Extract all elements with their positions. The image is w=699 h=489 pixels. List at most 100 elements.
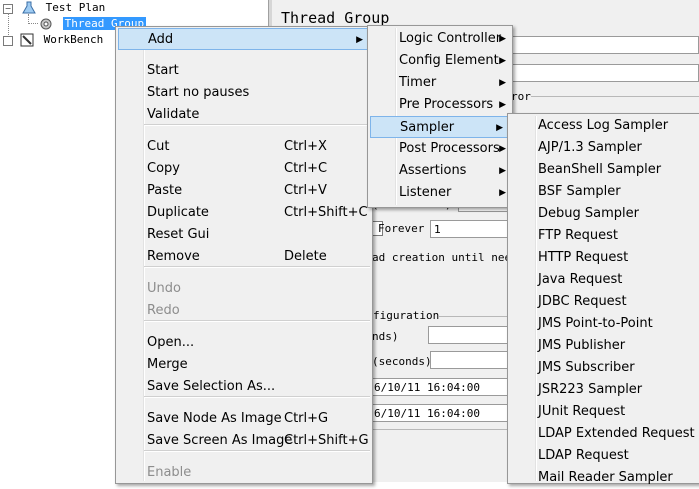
menu-item-post-processors[interactable]: Post Processors ▶ xyxy=(368,138,512,160)
start-time-field[interactable]: 6/10/11 16:04:00 xyxy=(370,378,508,396)
menu-item-label: Validate xyxy=(147,107,200,122)
menu-item-open[interactable]: Open... xyxy=(116,332,372,354)
menu-item-timer[interactable]: Timer ▶ xyxy=(368,72,512,94)
menu-item-label: Pre Processors xyxy=(399,97,494,112)
menu-item-ldap-request[interactable]: LDAP Request xyxy=(508,445,699,467)
tree-item-workbench[interactable]: WorkBench xyxy=(20,32,103,48)
menu-item-assertions[interactable]: Assertions ▶ xyxy=(368,160,512,182)
menu-item-jms-publisher[interactable]: JMS Publisher xyxy=(508,335,699,357)
group-label: ror xyxy=(511,90,531,103)
context-menu: Add ▶ Start Start no pauses Validate Cut Ctrl+… xyxy=(115,26,373,484)
menu-item-ftp-request[interactable]: FTP Request xyxy=(508,225,699,247)
menu-item-start-no-pauses[interactable]: Start no pauses xyxy=(116,82,372,104)
menu-item-label: JMS Publisher xyxy=(538,338,626,353)
menu-item-junit-request[interactable]: JUnit Request xyxy=(508,401,699,423)
menu-item-remove[interactable]: Remove Delete xyxy=(116,246,372,268)
menu-item-reset-gui[interactable]: Reset Gui xyxy=(116,224,372,246)
menu-item-label: JMS Subscriber xyxy=(538,360,635,375)
submenu-arrow-icon: ▶ xyxy=(499,100,506,110)
menu-item-save-screen-as-image[interactable]: Save Screen As Image Ctrl+Shift+G xyxy=(116,430,372,452)
menu-separator xyxy=(144,320,370,322)
menu-item-beanshell-sampler[interactable]: BeanShell Sampler xyxy=(508,159,699,181)
menu-item-label: BeanShell Sampler xyxy=(538,162,662,177)
menu-item-save-node-as-image[interactable]: Save Node As Image Ctrl+G xyxy=(116,408,372,430)
menu-item-label: Logic Controller xyxy=(399,31,502,46)
menu-item-paste[interactable]: Paste Ctrl+V xyxy=(116,180,372,202)
menu-item-label: Save Node As Image xyxy=(147,411,282,426)
menu-item-duplicate[interactable]: Duplicate Ctrl+Shift+C xyxy=(116,202,372,224)
sampler-submenu: Access Log Sampler AJP/1.3 Sampler BeanShe… xyxy=(507,113,699,485)
menu-item-bsf-sampler[interactable]: BSF Sampler xyxy=(508,181,699,203)
menu-separator xyxy=(144,396,370,398)
loop-count-field[interactable]: 1 xyxy=(430,220,508,238)
menu-item-label: Duplicate xyxy=(147,205,209,220)
menu-item-label: Paste xyxy=(147,183,183,198)
submenu-arrow-icon: ▶ xyxy=(499,144,506,154)
menu-item-label: Enable xyxy=(147,465,192,480)
menu-item-label: Add xyxy=(148,32,174,47)
menu-item-label: Start no pauses xyxy=(147,85,250,100)
menu-item-ldap-extended-request[interactable]: LDAP Extended Request xyxy=(508,423,699,445)
menu-item-label: Save Selection As... xyxy=(147,379,276,394)
delay-seconds-label: (seconds) xyxy=(372,355,432,368)
group-label: figuration xyxy=(373,309,440,322)
menu-item-label: Sampler xyxy=(400,120,455,135)
duration-field[interactable] xyxy=(428,326,508,344)
tree-line-node xyxy=(3,36,13,46)
menu-separator xyxy=(144,124,370,126)
menu-item-jms-point-to-point[interactable]: JMS Point-to-Point xyxy=(508,313,699,335)
add-submenu: Logic Controller ▶ Config Element ▶ Timer ▶ Pr… xyxy=(367,25,513,208)
menu-item-label: Undo xyxy=(147,281,181,296)
menu-item-label: JSR223 Sampler xyxy=(538,382,643,397)
end-time-field[interactable]: 6/10/11 16:04:00 xyxy=(370,404,508,422)
menu-item-http-request[interactable]: HTTP Request xyxy=(508,247,699,269)
menu-item-shortcut: Ctrl+C xyxy=(284,161,328,176)
menu-item-ajp-1-3-sampler[interactable]: AJP/1.3 Sampler xyxy=(508,137,699,159)
menu-item-label: Open... xyxy=(147,335,195,350)
menu-item-label: LDAP Extended Request xyxy=(538,426,695,441)
menu-item-jms-subscriber[interactable]: JMS Subscriber xyxy=(508,357,699,379)
menu-item-config-element[interactable]: Config Element ▶ xyxy=(368,50,512,72)
menu-item-java-request[interactable]: Java Request xyxy=(508,269,699,291)
menu-item-cut[interactable]: Cut Ctrl+X xyxy=(116,136,372,158)
menu-item-shortcut: Ctrl+V xyxy=(284,183,327,198)
menu-item-label: Merge xyxy=(147,357,188,372)
menu-item-access-log-sampler[interactable]: Access Log Sampler xyxy=(508,115,699,137)
menu-item-merge[interactable]: Merge xyxy=(116,354,372,376)
menu-item-shortcut: Ctrl+X xyxy=(284,139,327,154)
submenu-arrow-icon: ▶ xyxy=(499,166,506,176)
startup-delay-field[interactable] xyxy=(430,351,508,369)
menu-item-label: JDBC Request xyxy=(538,294,627,309)
menu-item-listener[interactable]: Listener ▶ xyxy=(368,182,512,204)
submenu-arrow-icon: ▶ xyxy=(499,56,506,66)
flask-icon xyxy=(22,1,36,15)
menu-item-validate[interactable]: Validate xyxy=(116,104,372,126)
name-field[interactable] xyxy=(512,36,699,54)
menu-item-start[interactable]: Start xyxy=(116,60,372,82)
menu-item-copy[interactable]: Copy Ctrl+C xyxy=(116,158,372,180)
menu-item-debug-sampler[interactable]: Debug Sampler xyxy=(508,203,699,225)
menu-item-mail-reader-sampler[interactable]: Mail Reader Sampler xyxy=(508,467,699,489)
menu-item-save-selection-as[interactable]: Save Selection As... xyxy=(116,376,372,398)
menu-item-label: Config Element xyxy=(399,53,499,68)
tree-line xyxy=(28,23,38,25)
comments-field[interactable] xyxy=(512,64,699,82)
duration-label: nds) xyxy=(372,330,399,343)
tree-item-test-plan[interactable]: Test Plan xyxy=(22,0,105,16)
menu-item-label: Access Log Sampler xyxy=(538,118,669,133)
menu-item-logic-controller[interactable]: Logic Controller ▶ xyxy=(368,28,512,50)
menu-item-jsr223-sampler[interactable]: JSR223 Sampler xyxy=(508,379,699,401)
menu-item-add[interactable]: Add ▶ xyxy=(118,28,370,50)
menu-item-jdbc-request[interactable]: JDBC Request xyxy=(508,291,699,313)
submenu-arrow-icon: ▶ xyxy=(499,78,506,88)
menu-item-label: Save Screen As Image xyxy=(147,433,293,448)
submenu-arrow-icon: ▶ xyxy=(499,34,506,44)
menu-item-sampler[interactable]: Sampler ▶ xyxy=(370,116,510,138)
menu-item-shortcut: Ctrl+G xyxy=(284,411,329,426)
menu-item-label: Redo xyxy=(147,303,180,318)
menu-item-pre-processors[interactable]: Pre Processors ▶ xyxy=(368,94,512,116)
menu-item-label: Java Request xyxy=(538,272,623,287)
menu-item-shortcut: Ctrl+Shift+C xyxy=(284,205,368,220)
menu-item-label: Start xyxy=(147,63,179,78)
menu-separator xyxy=(144,450,370,452)
